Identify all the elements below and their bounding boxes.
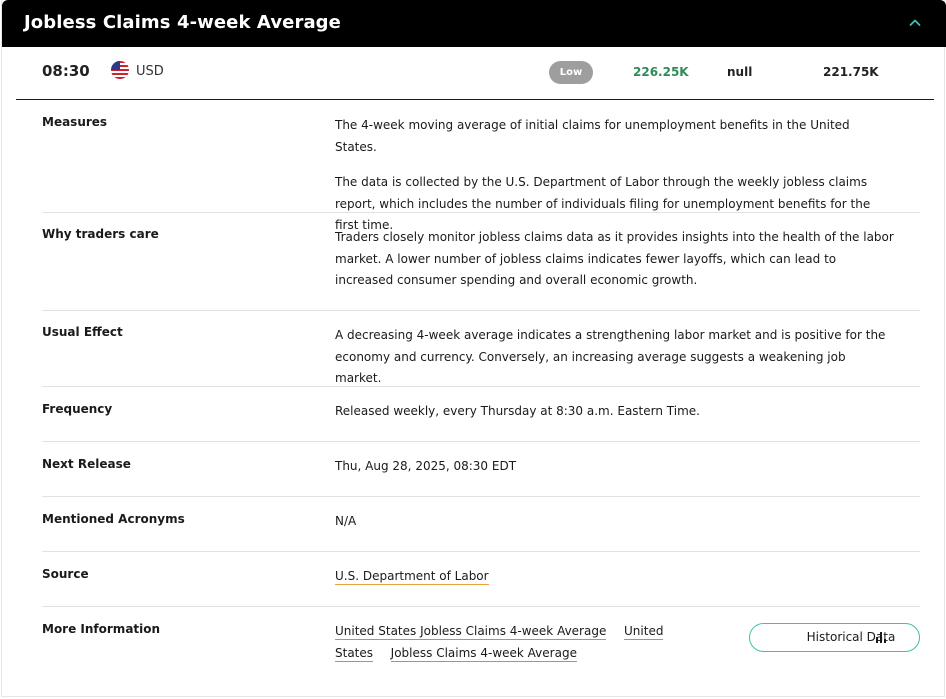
detail-label: Frequency (42, 402, 113, 416)
source-link[interactable]: U.S. Department of Labor (335, 569, 489, 585)
event-title: Jobless Claims 4-week Average (24, 12, 341, 33)
detail-row-measures: Measures The 4-week moving average of in… (42, 100, 920, 232)
detail-label: Measures (42, 115, 108, 129)
measures-text-1: The 4-week moving average of initial cla… (335, 118, 850, 154)
event-header[interactable]: Jobless Claims 4-week Average (2, 0, 946, 47)
historical-data-button[interactable]: Historical Data (749, 623, 920, 652)
more-info-link[interactable]: States (335, 645, 374, 662)
bar-chart-icon (876, 632, 886, 643)
detail-value: Released weekly, every Thursday at 8:30 … (335, 404, 700, 418)
detail-value: Thu, Aug 28, 2025, 08:30 EDT (335, 459, 517, 473)
chevron-up-icon[interactable] (904, 12, 926, 34)
detail-label: Usual Effect (42, 325, 123, 339)
detail-label: Mentioned Acronyms (42, 512, 185, 526)
detail-row-why-traders-care: Why traders care Traders closely monitor… (42, 213, 920, 311)
more-info-link[interactable]: Jobless Claims 4-week Average (390, 645, 577, 662)
detail-value: United States Jobless Claims 4-week Aver… (335, 621, 675, 664)
detail-label: More Information (42, 622, 161, 636)
detail-row-frequency: Frequency Released weekly, every Thursda… (42, 387, 920, 442)
detail-value: U.S. Department of Labor (335, 566, 895, 588)
impact-badge: Low (549, 61, 593, 84)
detail-row-usual-effect: Usual Effect A decreasing 4-week average… (42, 311, 920, 387)
detail-row-next-release: Next Release Thu, Aug 28, 2025, 08:30 ED… (42, 442, 920, 497)
detail-value: N/A (335, 514, 357, 528)
us-flag-icon (111, 61, 129, 79)
forecast-value: null (727, 65, 753, 79)
event-card: Jobless Claims 4-week Average 08:30 USD … (1, 0, 946, 697)
detail-label: Next Release (42, 457, 131, 471)
detail-label: Source (42, 567, 89, 581)
detail-value: A decreasing 4-week average indicates a … (335, 328, 886, 385)
actual-value: 226.25K (633, 65, 689, 79)
event-summary-row: 08:30 USD Low 226.25K null 221.75K (16, 47, 934, 100)
detail-row-mentioned-acronyms: Mentioned Acronyms N/A (42, 497, 920, 552)
currency-code: USD (136, 64, 164, 79)
more-info-link[interactable]: United States Jobless Claims 4-week Aver… (335, 624, 607, 640)
detail-row-source: Source U.S. Department of Labor (42, 552, 920, 607)
detail-label: Why traders care (42, 227, 159, 241)
more-info-link[interactable]: United (624, 624, 664, 640)
detail-row-more-information: More Information United States Jobless C… (42, 607, 920, 677)
previous-value: 221.75K (823, 65, 879, 79)
release-time: 08:30 (42, 62, 90, 80)
detail-value: Traders closely monitor jobless claims d… (335, 230, 894, 287)
